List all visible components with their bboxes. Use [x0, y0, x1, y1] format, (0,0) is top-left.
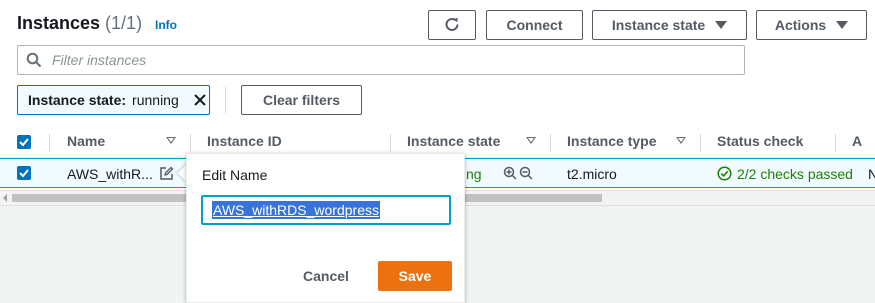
zoom-in-icon[interactable]	[503, 166, 517, 180]
column-header-instance-type[interactable]: Instance type	[567, 133, 656, 149]
checkmark-icon	[19, 138, 29, 147]
instance-name-cell: AWS_withR...	[67, 166, 153, 182]
save-button[interactable]: Save	[378, 261, 452, 291]
search-icon	[26, 52, 42, 68]
next-column-cell: N	[868, 166, 875, 182]
sort-icon[interactable]	[526, 137, 536, 144]
filter-token-instance-state: Instance state: running	[17, 85, 210, 115]
column-separator	[390, 134, 391, 152]
actions-button-label: Actions	[774, 17, 827, 33]
filter-token-key: Instance state:	[28, 92, 127, 108]
edit-name-value: AWS_withRDS_wordpress	[212, 201, 380, 219]
column-header-name[interactable]: Name	[67, 133, 105, 149]
instance-state-button-label: Instance state	[611, 17, 706, 33]
refresh-button[interactable]	[428, 10, 476, 40]
checkmark-icon	[19, 169, 29, 178]
close-icon[interactable]	[193, 93, 207, 107]
column-separator	[190, 134, 191, 152]
column-separator	[550, 134, 551, 152]
connect-button[interactable]: Connect	[486, 10, 583, 40]
instance-count: (1/1)	[105, 13, 143, 33]
info-link[interactable]: Info	[155, 18, 177, 32]
edit-name-input[interactable]: AWS_withRDS_wordpress	[201, 195, 451, 225]
edit-icon[interactable]	[159, 166, 174, 181]
filter-instances-input[interactable]: Filter instances	[17, 45, 745, 75]
column-header-next[interactable]: A	[852, 133, 862, 149]
column-separator	[835, 134, 836, 152]
row-checkbox[interactable]	[17, 166, 31, 180]
instance-type-cell: t2.micro	[567, 166, 617, 182]
divider	[225, 87, 226, 113]
caret-down-icon	[836, 21, 849, 29]
select-all-checkbox[interactable]	[17, 135, 31, 149]
scroll-left-icon[interactable]	[3, 194, 7, 202]
sort-icon[interactable]	[676, 137, 686, 144]
status-check-cell: 2/2 checks passed	[737, 166, 853, 182]
page-title-text: Instances	[17, 13, 101, 33]
zoom-out-icon[interactable]	[519, 166, 533, 180]
cancel-button[interactable]: Cancel	[303, 268, 349, 284]
instance-state-cell: ng	[466, 166, 482, 182]
edit-name-label: Edit Name	[202, 167, 268, 183]
filter-placeholder: Filter instances	[52, 52, 147, 68]
filter-token-value: running	[132, 92, 179, 108]
column-separator	[700, 134, 701, 152]
instance-state-button[interactable]: Instance state	[592, 10, 747, 40]
column-separator	[49, 134, 50, 152]
column-header-instance-state[interactable]: Instance state	[407, 133, 500, 149]
edit-name-popover: Edit Name AWS_withRDS_wordpress Cancel S…	[186, 153, 465, 303]
column-header-instance-id[interactable]: Instance ID	[207, 133, 282, 149]
check-circle-icon	[717, 166, 732, 181]
column-header-status-check[interactable]: Status check	[717, 133, 803, 149]
refresh-icon	[445, 17, 459, 31]
actions-button[interactable]: Actions	[756, 10, 867, 40]
page-title: Instances (1/1)	[17, 13, 142, 34]
caret-down-icon	[715, 21, 728, 29]
clear-filters-button[interactable]: Clear filters	[241, 85, 362, 115]
sort-icon[interactable]	[166, 137, 176, 144]
